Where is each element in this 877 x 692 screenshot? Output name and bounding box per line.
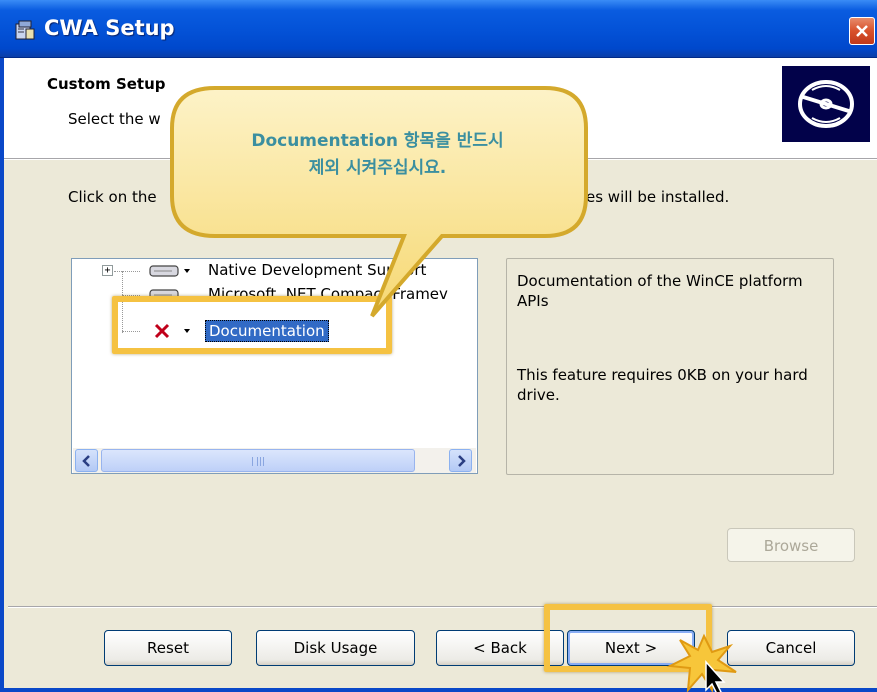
callout-line-1: Documentation 항목을 반드시 [251, 131, 504, 151]
callout-text: Documentation 항목을 반드시 제외 시켜주십시요. [180, 128, 575, 182]
annotation-callout [170, 86, 737, 692]
click-burst-icon [666, 633, 737, 692]
callout-line-2: 제외 시켜주십시요. [308, 158, 447, 178]
